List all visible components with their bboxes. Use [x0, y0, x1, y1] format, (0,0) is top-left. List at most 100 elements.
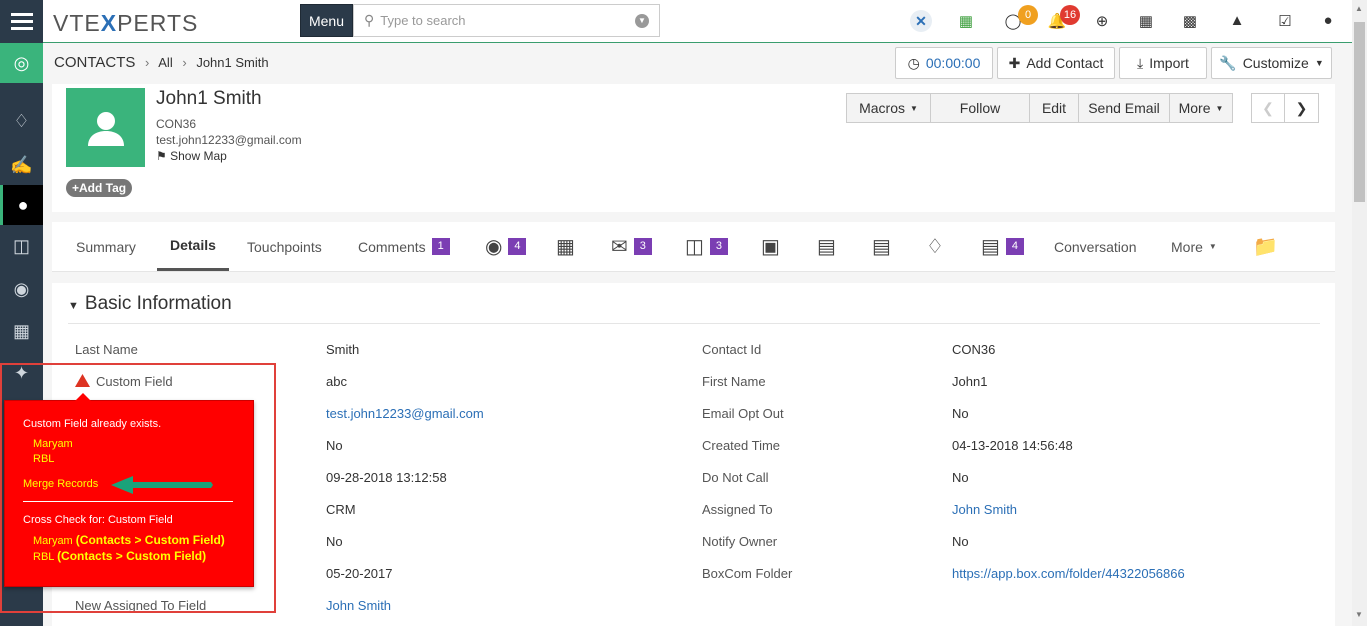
first-name-label: First Name — [702, 374, 766, 389]
previous-record-button[interactable]: ❮ — [1251, 93, 1285, 123]
menu-button[interactable]: Menu — [300, 4, 353, 37]
tab-products[interactable]: ♢ — [926, 222, 944, 271]
section-title: Basic Information — [84, 293, 232, 314]
popup-caret — [75, 393, 91, 401]
calendar-check-icon[interactable]: ▦ — [956, 12, 976, 30]
tab-money[interactable]: ◉ 4 — [485, 222, 527, 271]
tab-conversation[interactable]: Conversation — [1054, 222, 1137, 271]
sidebar-potentials-icon[interactable]: ✍ — [0, 145, 43, 185]
more-actions-button[interactable]: More ▼ — [1169, 93, 1233, 123]
tab-comments[interactable]: Comments 1 — [358, 222, 450, 271]
cross-check-record-link[interactable]: Maryam — [33, 535, 73, 547]
customize-label: Customize — [1242, 55, 1309, 71]
tab-emails[interactable]: ✉ 3 — [611, 222, 652, 271]
search-placeholder: Type to search — [380, 13, 466, 28]
contact-id-value: CON36 — [952, 342, 996, 357]
field-value-row5[interactable]: CRM — [326, 502, 356, 517]
field-value-row7[interactable]: 05-20-2017 — [326, 566, 393, 581]
scroll-down-icon[interactable]: ▼ — [1355, 610, 1363, 619]
tab-documents[interactable]: ▤ 4 — [981, 222, 1024, 271]
top-navbar: VTEXPERTS Menu ⚲ Type to search ▼ ✕ ▦ ◯ … — [0, 0, 1352, 43]
sidebar-contacts-icon[interactable]: ● — [0, 185, 43, 225]
area-chart-icon[interactable]: ▲ — [1227, 12, 1247, 29]
field-value-row6[interactable]: No — [326, 534, 343, 549]
show-map-label: Show Map — [170, 149, 227, 163]
email-value[interactable]: test.john12233@gmail.com — [326, 406, 484, 421]
calendar-icon[interactable]: ▦ — [1136, 12, 1156, 30]
sidebar-tickets-icon[interactable]: ◫ — [0, 226, 43, 266]
tab-purchase-orders[interactable]: ▤ — [817, 222, 836, 271]
macros-button[interactable]: Macros ▼ — [846, 93, 931, 123]
sidebar-products-icon[interactable]: ♢ — [0, 101, 43, 141]
duplicate-record-link[interactable]: RBL — [33, 453, 54, 465]
calendar-icon: ▦ — [556, 236, 575, 258]
assigned-to-value[interactable]: John Smith — [952, 502, 1017, 517]
field-value-row4[interactable]: 09-28-2018 13:12:58 — [326, 470, 447, 485]
section-header[interactable]: ▼ Basic Information — [68, 293, 232, 315]
breadcrumb-bar: CONTACTS › All › John1 Smith ◷ 00:00:00 ✚… — [43, 43, 1352, 84]
download-icon: ⤓ — [1137, 54, 1144, 71]
popup-divider — [23, 501, 233, 502]
tab-calendar[interactable]: ▦ — [556, 222, 575, 271]
show-map-link[interactable]: ⚑ Show Map — [156, 149, 227, 163]
record-tabs: Summary Details Touchpoints Comments 1 ◉ 4… — [52, 222, 1335, 272]
add-tag-label: Add Tag — [79, 181, 127, 195]
breadcrumb-module[interactable]: CONTACTS — [54, 54, 135, 71]
tab-details[interactable]: Details — [157, 222, 229, 271]
do-not-call-value[interactable]: No — [952, 470, 969, 485]
search-options-icon[interactable]: ▼ — [635, 14, 649, 28]
new-assigned-value[interactable]: John Smith — [326, 598, 391, 613]
tab-sales-orders[interactable]: ▤ — [872, 222, 891, 271]
notify-owner-value[interactable]: No — [952, 534, 969, 549]
comments-count-badge: 1 — [431, 238, 450, 255]
tab-summary[interactable]: Summary — [76, 222, 136, 271]
breadcrumb: CONTACTS › All › John1 Smith — [54, 54, 269, 71]
field-value-row3[interactable]: No — [326, 438, 343, 453]
reports-icon[interactable]: ▩ — [1180, 12, 1200, 30]
first-name-value[interactable]: John1 — [952, 374, 987, 389]
sales-order-icon: ▤ — [872, 236, 891, 258]
popup-title: Custom Field already exists. — [23, 418, 162, 430]
tab-contacts-book[interactable]: ▣ — [761, 222, 780, 271]
add-contact-label: Add Contact — [1026, 55, 1104, 71]
sidebar-money-bag-icon[interactable]: ◉ — [0, 269, 43, 309]
follow-button[interactable]: Follow — [930, 93, 1030, 123]
add-contact-button[interactable]: ✚ Add Contact — [997, 47, 1115, 79]
import-button[interactable]: ⤓ Import — [1119, 47, 1207, 79]
sidebar-organizations-icon[interactable]: ▦ — [0, 311, 43, 351]
cross-check-record-link[interactable]: RBL — [33, 551, 54, 563]
sidebar-home-icon[interactable]: ◎ — [0, 43, 43, 83]
breadcrumb-filter[interactable]: All — [158, 55, 172, 70]
next-record-button[interactable]: ❯ — [1284, 93, 1319, 123]
merge-records-link[interactable]: Merge Records — [23, 478, 98, 490]
vtexperts-x-icon[interactable]: ✕ — [910, 10, 932, 32]
send-email-button[interactable]: Send Email — [1078, 93, 1170, 123]
boxcom-folder-link[interactable]: https://app.box.com/folder/44322056866 — [952, 566, 1185, 581]
email-opt-out-value[interactable]: No — [952, 406, 969, 421]
custom-field-value[interactable]: abc — [326, 374, 347, 389]
app-logo[interactable]: VTEXPERTS — [53, 10, 198, 37]
hamburger-menu-icon[interactable] — [0, 0, 43, 43]
tab-tickets[interactable]: ◫ 3 — [685, 222, 728, 271]
tab-folder[interactable]: 📁 — [1253, 222, 1278, 271]
global-search-input[interactable]: ⚲ Type to search ▼ — [353, 4, 660, 37]
add-tag-button[interactable]: +Add Tag — [66, 179, 133, 197]
timer-button[interactable]: ◷ 00:00:00 — [895, 47, 993, 79]
quick-create-icon[interactable]: ⊕ — [1092, 12, 1112, 30]
caret-down-icon: ▼ — [1215, 103, 1224, 113]
user-profile-icon[interactable]: ● — [1318, 12, 1338, 29]
cross-check-item: Maryam (Contacts > Custom Field) — [33, 533, 225, 547]
duplicate-record-link[interactable]: Maryam — [33, 438, 73, 450]
last-name-label: Last Name — [75, 342, 138, 357]
tab-touchpoints[interactable]: Touchpoints — [247, 222, 322, 271]
document-icon: ▤ — [981, 236, 1000, 258]
customize-button[interactable]: 🔧 Customize ▼ — [1211, 47, 1332, 79]
tasks-checkbox-icon[interactable]: ☑ — [1275, 12, 1295, 30]
scrollbar-thumb[interactable] — [1354, 22, 1365, 202]
tab-more[interactable]: More ▼ — [1171, 222, 1217, 271]
scroll-up-icon[interactable]: ▲ — [1355, 4, 1363, 13]
boxcom-folder-label: BoxCom Folder — [702, 566, 793, 581]
edit-button[interactable]: Edit — [1029, 93, 1079, 123]
page-scrollbar[interactable]: ▲ ▼ — [1352, 0, 1367, 626]
last-name-value[interactable]: Smith — [326, 342, 359, 357]
